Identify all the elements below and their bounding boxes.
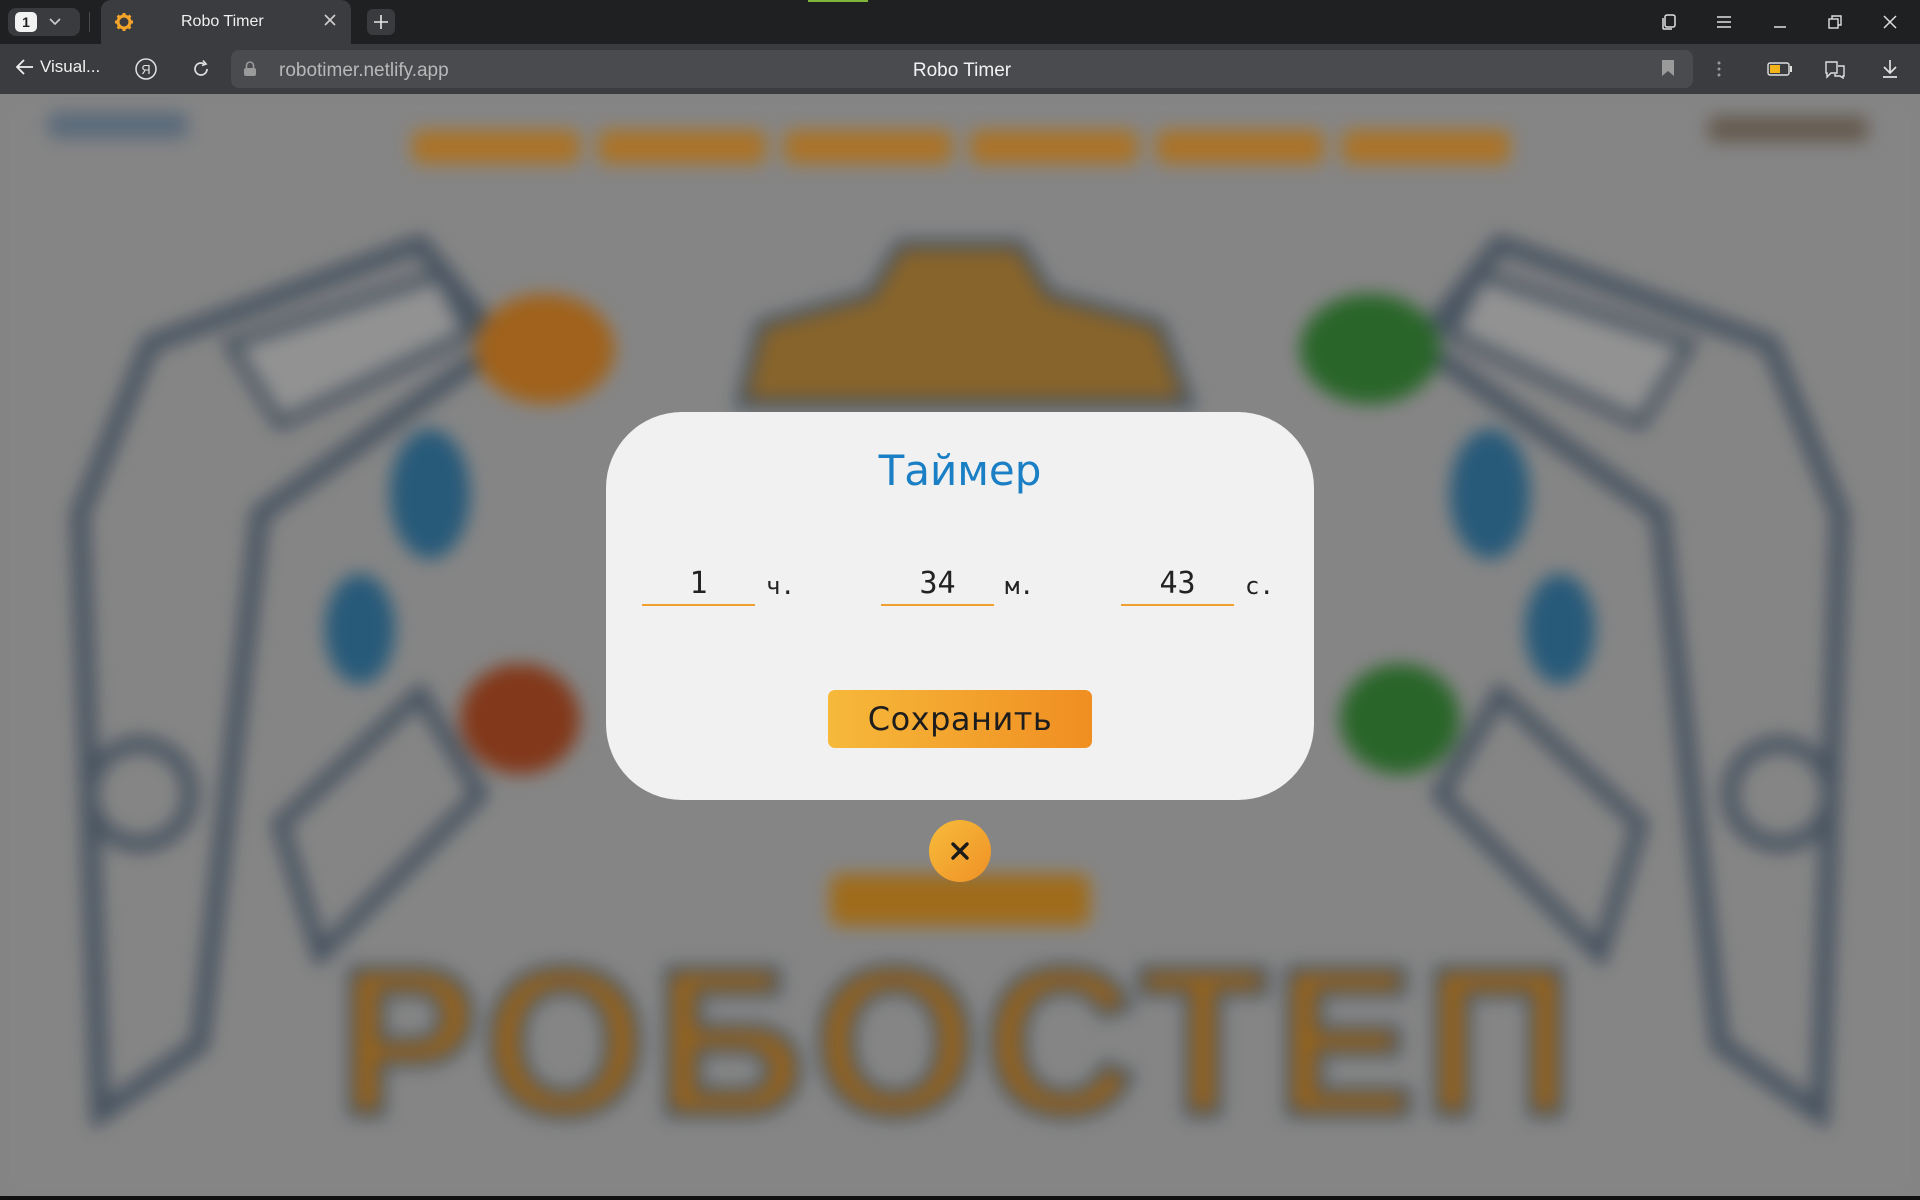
loading-indicator	[808, 0, 868, 2]
close-icon	[951, 842, 969, 860]
tab-close-icon[interactable]	[323, 11, 337, 31]
timer-modal: Таймер ч. м. с. Сохранить	[606, 412, 1314, 800]
reload-icon[interactable]	[188, 56, 214, 82]
browser-tab-bar: 1 Robo Timer	[0, 0, 1920, 44]
minutes-unit: м.	[1005, 572, 1034, 600]
gear-favicon	[115, 13, 133, 31]
window-close-icon[interactable]	[1877, 10, 1903, 34]
tab-counter-button[interactable]: 1	[8, 8, 80, 36]
back-label: Visual...	[40, 57, 101, 76]
page-title: Robo Timer	[912, 60, 1012, 81]
minutes-input[interactable]	[881, 562, 994, 606]
hours-input[interactable]	[642, 562, 755, 606]
svg-text:Я: Я	[141, 62, 150, 77]
bookmark-icon[interactable]	[1661, 59, 1675, 77]
download-icon[interactable]	[1877, 56, 1903, 82]
address-field[interactable]: robotimer.netlify.app Robo Timer	[231, 50, 1693, 88]
seconds-input[interactable]	[1121, 562, 1234, 606]
more-icon[interactable]	[1706, 56, 1732, 82]
seconds-unit: с.	[1245, 572, 1274, 600]
browser-tab-active[interactable]: Robo Timer	[101, 0, 351, 44]
tab-count: 1	[15, 12, 37, 32]
collections-icon[interactable]	[1656, 10, 1682, 34]
back-arrow-icon	[16, 59, 33, 75]
browser-address-bar: Visual... Я robotimer.netlify.app Robo T…	[0, 44, 1920, 94]
translate-icon[interactable]	[1822, 56, 1848, 82]
new-tab-button[interactable]	[367, 9, 395, 35]
battery-icon[interactable]	[1767, 56, 1793, 82]
tab-title: Robo Timer	[181, 13, 264, 30]
menu-icon[interactable]	[1711, 10, 1737, 34]
save-button[interactable]: Сохранить	[828, 690, 1092, 748]
chevron-down-icon	[49, 15, 61, 29]
bottom-edge	[0, 1196, 1920, 1200]
hours-unit: ч.	[766, 572, 795, 600]
page-content: РОБОСТЕП Таймер ч. м. с. Сохранить	[0, 94, 1920, 1200]
modal-close-button[interactable]	[929, 820, 991, 882]
yandex-icon[interactable]: Я	[133, 56, 159, 82]
tab-separator	[89, 12, 90, 32]
minimize-icon[interactable]	[1767, 10, 1793, 34]
restore-icon[interactable]	[1822, 10, 1848, 34]
back-button[interactable]: Visual...	[16, 57, 100, 77]
modal-title: Таймер	[878, 446, 1042, 495]
